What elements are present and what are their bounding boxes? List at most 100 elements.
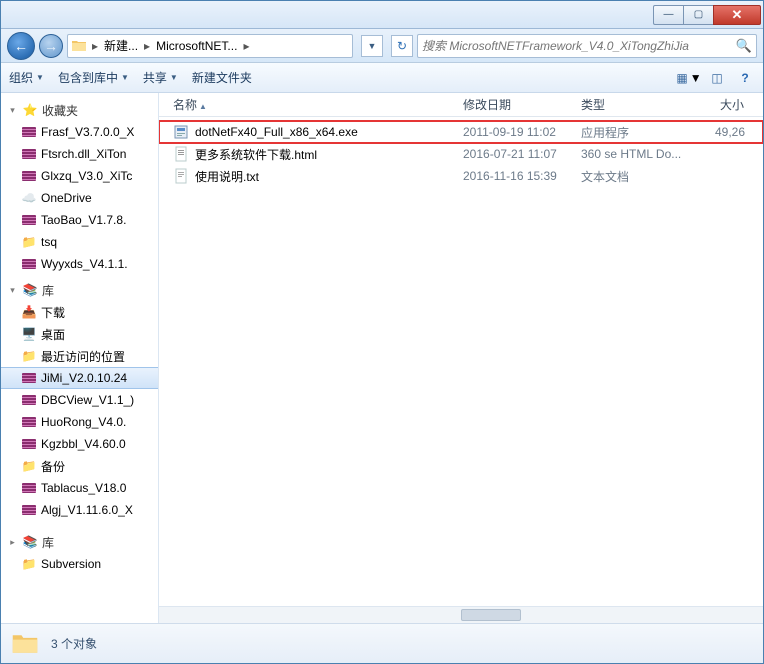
folder-icon	[11, 630, 39, 658]
library-icon: 📚	[22, 534, 38, 550]
tree-item[interactable]: ☁️ OneDrive	[1, 187, 158, 209]
collapse-icon[interactable]: ▾	[7, 105, 18, 116]
scrollbar-thumb[interactable]	[461, 609, 521, 621]
item-icon	[21, 414, 37, 430]
tree-item-label: 最近访问的位置	[41, 348, 125, 365]
file-icon	[173, 168, 189, 184]
preview-pane-button[interactable]: ◫	[707, 68, 727, 88]
search-box[interactable]: 🔍	[417, 34, 757, 58]
forward-button[interactable]: →	[39, 34, 63, 58]
file-type: 应用程序	[575, 124, 695, 141]
tree-item[interactable]: HuoRong_V4.0.	[1, 411, 158, 433]
refresh-button[interactable]: ↻	[391, 35, 413, 57]
column-date[interactable]: 修改日期	[457, 96, 575, 113]
toolbar: 组织▼ 包含到库中▼ 共享▼ 新建文件夹 ▦▼ ◫ ?	[1, 63, 763, 93]
breadcrumb[interactable]: ▸ 新建... ▸ MicrosoftNET... ▸	[67, 34, 353, 58]
file-list-pane: 名称▲ 修改日期 类型 大小 dotNetFx40_Full_x86_x64.e…	[159, 93, 763, 623]
column-name[interactable]: 名称▲	[167, 96, 457, 113]
tree-item[interactable]: DBCView_V1.1_)	[1, 389, 158, 411]
tree-item[interactable]: Ftsrch.dll_XiTon	[1, 143, 158, 165]
view-icon: ▦	[676, 71, 687, 85]
tree-item-label: TaoBao_V1.7.8.	[41, 213, 126, 227]
refresh-icon: ↻	[397, 39, 407, 53]
tree-item-label: 下载	[41, 304, 65, 321]
horizontal-scrollbar[interactable]	[159, 606, 763, 623]
search-input[interactable]	[422, 39, 736, 53]
navigation-pane[interactable]: ▾ ⭐ 收藏夹 Frasf_V3.7.0.0_X Ftsrch.dll_XiTon…	[1, 93, 159, 623]
star-icon: ⭐	[22, 102, 38, 118]
tree-item[interactable]: JiMi_V2.0.10.24	[1, 367, 158, 389]
tree-item[interactable]: Glxzq_V3.0_XiTc	[1, 165, 158, 187]
column-type[interactable]: 类型	[575, 96, 695, 113]
address-bar: ← → ▸ 新建... ▸ MicrosoftNET... ▸ ▼ ↻ 🔍	[1, 29, 763, 63]
tree-item-label: 桌面	[41, 326, 65, 343]
back-button[interactable]: ←	[7, 32, 35, 60]
view-options-button[interactable]: ▦▼	[679, 68, 699, 88]
item-icon: 🖥️	[21, 326, 37, 342]
file-list[interactable]: dotNetFx40_Full_x86_x64.exe 2011-09-19 11…	[159, 117, 763, 606]
item-icon	[21, 124, 37, 140]
dropdown-button[interactable]: ▼	[361, 35, 383, 57]
collapse-icon[interactable]: ▾	[7, 285, 18, 296]
breadcrumb-seg-1[interactable]: 新建...	[100, 35, 142, 57]
tree-item[interactable]: 🖥️桌面	[1, 323, 158, 345]
file-date: 2016-07-21 11:07	[457, 147, 575, 161]
tree-item[interactable]: Frasf_V3.7.0.0_X	[1, 121, 158, 143]
search-icon: 🔍	[736, 38, 752, 54]
pane-icon: ◫	[711, 71, 722, 85]
tree-item[interactable]: 📁tsq	[1, 231, 158, 253]
titlebar: — ▢ ✕	[1, 1, 763, 29]
item-icon	[21, 256, 37, 272]
chevron-down-icon: ▼	[121, 73, 129, 82]
library-icon: 📚	[22, 282, 38, 298]
libraries2-header[interactable]: ▸ 📚 库	[1, 531, 158, 553]
status-bar: 3 个对象	[1, 623, 763, 663]
tree-item-label: Ftsrch.dll_XiTon	[41, 147, 126, 161]
tree-item[interactable]: 📁Subversion	[1, 553, 158, 575]
tree-item[interactable]: Tablacus_V18.0	[1, 477, 158, 499]
help-button[interactable]: ?	[735, 68, 755, 88]
close-button[interactable]: ✕	[713, 5, 761, 25]
favorites-header[interactable]: ▾ ⭐ 收藏夹	[1, 99, 158, 121]
column-size[interactable]: 大小	[695, 96, 751, 113]
libraries-header[interactable]: ▾ 📚 库	[1, 279, 158, 301]
file-name: dotNetFx40_Full_x86_x64.exe	[195, 125, 358, 139]
tree-item[interactable]: Algj_V1.11.6.0_X	[1, 499, 158, 521]
tree-item-label: OneDrive	[41, 191, 92, 205]
arrow-right-icon: →	[44, 38, 58, 54]
file-row[interactable]: dotNetFx40_Full_x86_x64.exe 2011-09-19 11…	[159, 121, 763, 143]
share-menu[interactable]: 共享▼	[143, 69, 178, 86]
file-row[interactable]: 更多系统软件下载.html2016-07-21 11:07360 se HTML…	[159, 143, 763, 165]
new-folder-button[interactable]: 新建文件夹	[192, 69, 252, 86]
breadcrumb-seg-2[interactable]: MicrosoftNET...	[152, 35, 241, 57]
tree-item-label: Tablacus_V18.0	[41, 481, 126, 495]
file-row[interactable]: 使用说明.txt 2016-11-16 15:39文本文档	[159, 165, 763, 187]
include-library-menu[interactable]: 包含到库中▼	[58, 69, 129, 86]
minimize-button[interactable]: —	[653, 5, 683, 25]
tree-item[interactable]: 📁最近访问的位置	[1, 345, 158, 367]
item-icon: ☁️	[21, 190, 37, 206]
tree-item[interactable]: Kgzbbl_V4.60.0	[1, 433, 158, 455]
expand-icon[interactable]: ▸	[7, 537, 18, 548]
chevron-right-icon: ▸	[241, 39, 251, 53]
item-icon: 📁	[21, 348, 37, 364]
file-icon	[173, 146, 189, 162]
file-type: 文本文档	[575, 168, 695, 185]
file-date: 2011-09-19 11:02	[457, 125, 575, 139]
tree-item-label: Algj_V1.11.6.0_X	[41, 503, 133, 517]
column-headers[interactable]: 名称▲ 修改日期 类型 大小	[159, 93, 763, 117]
file-name: 使用说明.txt	[195, 168, 259, 185]
file-name: 更多系统软件下载.html	[195, 146, 317, 163]
tree-item[interactable]: Wyyxds_V4.1.1.	[1, 253, 158, 275]
chevron-down-icon: ▼	[368, 41, 377, 51]
chevron-right-icon: ▸	[90, 39, 100, 53]
tree-item[interactable]: TaoBao_V1.7.8.	[1, 209, 158, 231]
chevron-right-icon: ▸	[142, 39, 152, 53]
file-date: 2016-11-16 15:39	[457, 169, 575, 183]
tree-item[interactable]: 📥下载	[1, 301, 158, 323]
organize-menu[interactable]: 组织▼	[9, 69, 44, 86]
status-text: 3 个对象	[51, 635, 97, 652]
sort-asc-icon: ▲	[199, 102, 207, 111]
tree-item[interactable]: 📁备份	[1, 455, 158, 477]
maximize-button[interactable]: ▢	[683, 5, 713, 25]
